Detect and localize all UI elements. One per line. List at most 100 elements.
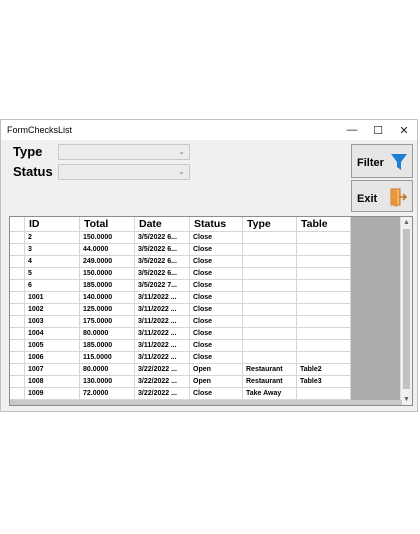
cell-total[interactable]: 150.0000	[79, 231, 135, 244]
cell-type[interactable]	[242, 243, 297, 256]
horizontal-scrollbar[interactable]	[10, 400, 402, 405]
scroll-up-icon[interactable]: ▲	[403, 219, 410, 226]
cell-type[interactable]	[242, 255, 297, 268]
cell-type[interactable]	[242, 327, 297, 340]
table-row[interactable]: 4 249.0000 3/5/2022 6... Close	[10, 255, 351, 268]
cell-table[interactable]: Table3	[296, 375, 351, 388]
type-combobox[interactable]: ⌄	[58, 144, 190, 160]
cell-type[interactable]	[242, 231, 297, 244]
cell-id[interactable]: 6	[24, 279, 80, 292]
cell-id[interactable]: 1007	[24, 363, 80, 376]
row-header[interactable]	[10, 387, 25, 400]
cell-id[interactable]: 5	[24, 267, 80, 280]
cell-total[interactable]: 150.0000	[79, 267, 135, 280]
cell-status[interactable]: Close	[189, 303, 243, 316]
cell-table[interactable]	[296, 255, 351, 268]
cell-type[interactable]: Take Away	[242, 387, 297, 400]
cell-total[interactable]: 44.0000	[79, 243, 135, 256]
cell-table[interactable]	[296, 315, 351, 328]
cell-total[interactable]: 80.0000	[79, 327, 135, 340]
cell-status[interactable]: Close	[189, 267, 243, 280]
row-header[interactable]	[10, 363, 25, 376]
scroll-down-icon[interactable]: ▼	[403, 396, 410, 403]
cell-table[interactable]	[296, 279, 351, 292]
table-row[interactable]: 1003 175.0000 3/11/2022 ... Close	[10, 315, 351, 328]
cell-total[interactable]: 125.0000	[79, 303, 135, 316]
scroll-thumb[interactable]	[403, 229, 410, 389]
row-header[interactable]	[10, 243, 25, 256]
cell-total[interactable]: 115.0000	[79, 351, 135, 364]
row-header[interactable]	[10, 315, 25, 328]
cell-type[interactable]	[242, 315, 297, 328]
row-header[interactable]	[10, 255, 25, 268]
cell-id[interactable]: 1006	[24, 351, 80, 364]
cell-status[interactable]: Close	[189, 387, 243, 400]
cell-table[interactable]	[296, 303, 351, 316]
cell-status[interactable]: Close	[189, 351, 243, 364]
checks-grid[interactable]: ID Total Date Status Type Table 2 150.000…	[9, 216, 413, 406]
cell-id[interactable]: 1004	[24, 327, 80, 340]
cell-table[interactable]	[296, 327, 351, 340]
table-row[interactable]: 3 44.0000 3/5/2022 6... Close	[10, 243, 351, 256]
cell-status[interactable]: Close	[189, 339, 243, 352]
column-header-id[interactable]: ID	[24, 217, 80, 232]
cell-type[interactable]	[242, 291, 297, 304]
table-row[interactable]: 1002 125.0000 3/11/2022 ... Close	[10, 303, 351, 316]
table-row[interactable]: 1006 115.0000 3/11/2022 ... Close	[10, 351, 351, 364]
cell-total[interactable]: 130.0000	[79, 375, 135, 388]
filter-button[interactable]: Filter	[351, 144, 413, 178]
vertical-scrollbar[interactable]: ▲ ▼	[400, 217, 412, 405]
cell-type[interactable]	[242, 279, 297, 292]
cell-date[interactable]: 3/22/2022 ...	[134, 363, 190, 376]
cell-table[interactable]	[296, 243, 351, 256]
cell-date[interactable]: 3/11/2022 ...	[134, 315, 190, 328]
column-header-total[interactable]: Total	[79, 217, 135, 232]
cell-total[interactable]: 80.0000	[79, 363, 135, 376]
row-header[interactable]	[10, 279, 25, 292]
cell-date[interactable]: 3/22/2022 ...	[134, 375, 190, 388]
cell-date[interactable]: 3/5/2022 6...	[134, 243, 190, 256]
table-row[interactable]: 1001 140.0000 3/11/2022 ... Close	[10, 291, 351, 304]
cell-type[interactable]	[242, 351, 297, 364]
cell-type[interactable]: Restaurant	[242, 363, 297, 376]
table-row[interactable]: 5 150.0000 3/5/2022 6... Close	[10, 267, 351, 280]
cell-table[interactable]	[296, 231, 351, 244]
cell-status[interactable]: Close	[189, 255, 243, 268]
row-header[interactable]	[10, 303, 25, 316]
cell-id[interactable]: 3	[24, 243, 80, 256]
cell-date[interactable]: 3/5/2022 6...	[134, 255, 190, 268]
cell-date[interactable]: 3/5/2022 6...	[134, 231, 190, 244]
cell-total[interactable]: 249.0000	[79, 255, 135, 268]
cell-date[interactable]: 3/22/2022 ...	[134, 387, 190, 400]
cell-table[interactable]	[296, 387, 351, 400]
cell-status[interactable]: Close	[189, 327, 243, 340]
table-row[interactable]: 1007 80.0000 3/22/2022 ... Open Restaurant Ta…	[10, 363, 351, 376]
cell-id[interactable]: 1005	[24, 339, 80, 352]
cell-table[interactable]	[296, 351, 351, 364]
cell-total[interactable]: 175.0000	[79, 315, 135, 328]
cell-table[interactable]: Table2	[296, 363, 351, 376]
cell-type[interactable]	[242, 267, 297, 280]
exit-button[interactable]: Exit	[351, 180, 413, 212]
maximize-button[interactable]: ☐	[365, 120, 391, 140]
cell-type[interactable]	[242, 303, 297, 316]
cell-status[interactable]: Close	[189, 279, 243, 292]
cell-date[interactable]: 3/5/2022 7...	[134, 279, 190, 292]
cell-status[interactable]: Close	[189, 231, 243, 244]
table-row[interactable]: 1008 130.0000 3/22/2022 ... Open Restaurant T…	[10, 375, 351, 388]
cell-type[interactable]: Restaurant	[242, 375, 297, 388]
row-header[interactable]	[10, 375, 25, 388]
cell-type[interactable]	[242, 339, 297, 352]
cell-total[interactable]: 185.0000	[79, 279, 135, 292]
cell-total[interactable]: 140.0000	[79, 291, 135, 304]
cell-status[interactable]: Close	[189, 243, 243, 256]
cell-date[interactable]: 3/11/2022 ...	[134, 303, 190, 316]
column-header-status[interactable]: Status	[189, 217, 243, 232]
column-header-type[interactable]: Type	[242, 217, 297, 232]
cell-date[interactable]: 3/11/2022 ...	[134, 351, 190, 364]
cell-id[interactable]: 1009	[24, 387, 80, 400]
table-row[interactable]: 1004 80.0000 3/11/2022 ... Close	[10, 327, 351, 340]
table-row[interactable]: 1009 72.0000 3/22/2022 ... Close Take Away	[10, 387, 351, 400]
cell-table[interactable]	[296, 291, 351, 304]
table-row[interactable]: 1005 185.0000 3/11/2022 ... Close	[10, 339, 351, 352]
